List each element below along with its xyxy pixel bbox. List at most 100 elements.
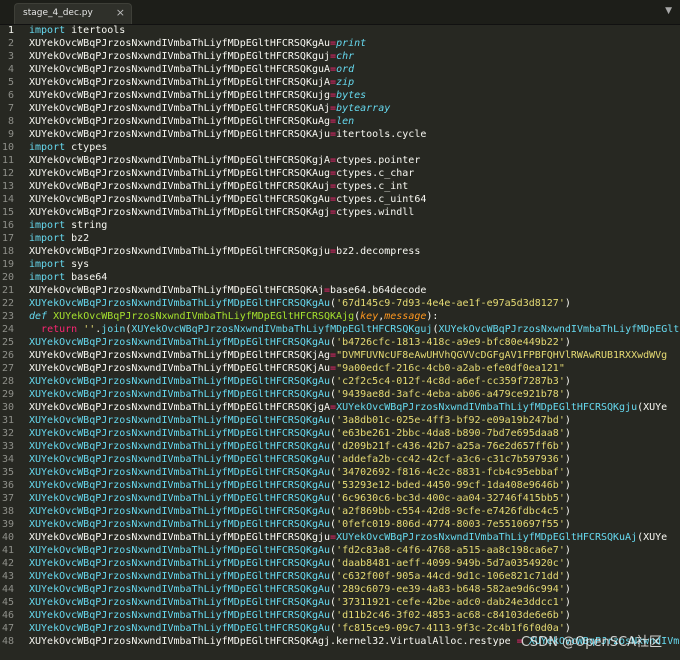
code-line[interactable]: 29 XUYekOvcWBqPJrzosNxwndIVmbaThLiyfMDpEG… — [0, 388, 680, 401]
code-line[interactable]: 45 XUYekOvcWBqPJrzosNxwndIVmbaThLiyfMDpEG… — [0, 596, 680, 609]
code-line[interactable]: 20 import base64 — [0, 271, 680, 284]
code-line[interactable]: 26 XUYekOvcWBqPJrzosNxwndIVmbaThLiyfMDpEG… — [0, 349, 680, 362]
code-line[interactable]: 31 XUYekOvcWBqPJrzosNxwndIVmbaThLiyfMDpEG… — [0, 414, 680, 427]
line-number: 40 — [1, 532, 14, 543]
line-number: 48 — [1, 636, 14, 647]
code-line[interactable]: 1 import itertools — [0, 24, 680, 37]
code-line[interactable]: 38 XUYekOvcWBqPJrzosNxwndIVmbaThLiyfMDpEG… — [0, 505, 680, 518]
code-line[interactable]: 6 XUYekOvcWBqPJrzosNxwndIVmbaThLiyfMDpEGl… — [0, 89, 680, 102]
code-token: XUYekOvcWBqPJrzosNxwndIVmbaThLiyfMDpEGlt… — [29, 519, 331, 530]
code-token: bytes — [336, 90, 367, 101]
code-token: join — [101, 324, 126, 335]
line-number: 2 — [7, 38, 14, 49]
line-number: 21 — [1, 285, 14, 296]
code-line[interactable]: 41 XUYekOvcWBqPJrzosNxwndIVmbaThLiyfMDpEG… — [0, 544, 680, 557]
code-line[interactable]: 11 XUYekOvcWBqPJrzosNxwndIVmbaThLiyfMDpEG… — [0, 154, 680, 167]
code-line[interactable]: 22 XUYekOvcWBqPJrzosNxwndIVmbaThLiyfMDpEG… — [0, 297, 680, 310]
tab-stage-4-dec[interactable]: stage_4_dec.py × — [14, 3, 132, 24]
code-token: XUYekOvcWBqPJrzosNxwndIVmbaThLiyfMDpEGlt… — [29, 285, 325, 296]
line-number: 11 — [1, 155, 14, 166]
code-token: itertools — [65, 25, 126, 36]
code-token: chr — [336, 51, 355, 62]
code-token: ) — [564, 454, 571, 465]
code-token: XUYekOvcWBqPJrzosNxwndIVmbaThLiyfMDpEGlt… — [29, 376, 331, 387]
code-line[interactable]: 16 import string — [0, 219, 680, 232]
code-line[interactable]: 40 XUYekOvcWBqPJrzosNxwndIVmbaThLiyfMDpEG… — [0, 531, 680, 544]
code-text: XUYekOvcWBqPJrzosNxwndIVmbaThLiyfMDpEGlt… — [29, 284, 426, 297]
code-line[interactable]: 15 XUYekOvcWBqPJrzosNxwndIVmbaThLiyfMDpEG… — [0, 206, 680, 219]
code-line[interactable]: 21 XUYekOvcWBqPJrzosNxwndIVmbaThLiyfMDpEG… — [0, 284, 680, 297]
code-line[interactable]: 25 XUYekOvcWBqPJrzosNxwndIVmbaThLiyfMDpEG… — [0, 336, 680, 349]
code-token: 'd11b2c46-3f02-4853-ac68-c84103de6e6b' — [336, 610, 565, 621]
line-number: 30 — [1, 402, 14, 413]
code-line[interactable]: 18 XUYekOvcWBqPJrzosNxwndIVmbaThLiyfMDpEG… — [0, 245, 680, 258]
code-line[interactable]: 4 XUYekOvcWBqPJrzosNxwndIVmbaThLiyfMDpEGl… — [0, 63, 680, 76]
code-line[interactable]: 28 XUYekOvcWBqPJrzosNxwndIVmbaThLiyfMDpEG… — [0, 375, 680, 388]
code-text: import bz2 — [29, 232, 89, 245]
code-line[interactable]: 43 XUYekOvcWBqPJrzosNxwndIVmbaThLiyfMDpEG… — [0, 570, 680, 583]
code-token: '289c6079-ee39-4a83-b648-582ae9d6c994' — [336, 584, 565, 595]
code-line[interactable]: 46 XUYekOvcWBqPJrzosNxwndIVmbaThLiyfMDpEG… — [0, 609, 680, 622]
code-text: XUYekOvcWBqPJrzosNxwndIVmbaThLiyfMDpEGlt… — [29, 362, 565, 375]
code-token: XUYekOvcWBqPJrzosNxwndIVmbaThLiyfMDpEGlt… — [29, 558, 331, 569]
code-editor[interactable]: 1 import itertools 2 XUYekOvcWBqPJrzosNxwnd… — [0, 24, 680, 660]
code-line[interactable]: 36 XUYekOvcWBqPJrzosNxwndIVmbaThLiyfMDpEG… — [0, 479, 680, 492]
line-number: 19 — [1, 259, 14, 270]
code-line[interactable]: 34 XUYekOvcWBqPJrzosNxwndIVmbaThLiyfMDpEG… — [0, 453, 680, 466]
code-line[interactable]: 13 XUYekOvcWBqPJrzosNxwndIVmbaThLiyfMDpEG… — [0, 180, 680, 193]
code-line[interactable]: 35 XUYekOvcWBqPJrzosNxwndIVmbaThLiyfMDpEG… — [0, 466, 680, 479]
code-line[interactable]: 24 return ''.join(XUYekOvcWBqPJrzosNxwnd… — [0, 323, 680, 336]
code-token: XUYekOvcWBqPJrzosNxwndIVmbaThLiyfMDpEGlt… — [29, 480, 331, 491]
code-token: ) — [564, 376, 571, 387]
code-text: XUYekOvcWBqPJrzosNxwndIVmbaThLiyfMDpEGlt… — [29, 193, 426, 206]
code-token: XUYekOvcWBqPJrzosNxwndIVmbaThLiyfMDpEGlt… — [29, 610, 331, 621]
code-line[interactable]: 23 def XUYekOvcWBqPJrzosNxwndIVmbaThLiyfM… — [0, 310, 680, 323]
code-line[interactable]: 19 import sys — [0, 258, 680, 271]
code-token: XUYekOvcWBqPJrzosNxwndIVmbaThLiyfMDpEGlt… — [29, 77, 331, 88]
code-token: '9439ae8d-3afc-4eba-ab06-a479ce921b78' — [336, 389, 565, 400]
code-line[interactable]: 7 XUYekOvcWBqPJrzosNxwndIVmbaThLiyfMDpEGl… — [0, 102, 680, 115]
code-line[interactable]: 33 XUYekOvcWBqPJrzosNxwndIVmbaThLiyfMDpEG… — [0, 440, 680, 453]
code-token: return — [41, 324, 78, 335]
code-line[interactable]: 12 XUYekOvcWBqPJrzosNxwndIVmbaThLiyfMDpEG… — [0, 167, 680, 180]
code-text: import ctypes — [29, 141, 107, 154]
code-token: XUYekOvcWBqPJrzosNxwndIVmbaThLiyfMDpEGlt… — [29, 584, 331, 595]
tab-bar: stage_4_dec.py × ▼ — [0, 0, 680, 25]
code-token: ) — [564, 597, 571, 608]
code-token: message — [384, 311, 427, 322]
code-line[interactable]: 32 XUYekOvcWBqPJrzosNxwndIVmbaThLiyfMDpEG… — [0, 427, 680, 440]
code-text: XUYekOvcWBqPJrzosNxwndIVmbaThLiyfMDpEGlt… — [29, 427, 571, 440]
code-token: XUYekOvcWBqPJrzosNxwndIVmbaThLiyfMDpEGlt… — [29, 298, 331, 309]
code-text: XUYekOvcWBqPJrzosNxwndIVmbaThLiyfMDpEGlt… — [29, 89, 366, 102]
code-line[interactable]: 3 XUYekOvcWBqPJrzosNxwndIVmbaThLiyfMDpEGl… — [0, 50, 680, 63]
code-token: print — [336, 38, 367, 49]
line-number: 45 — [1, 597, 14, 608]
chevron-down-icon[interactable]: ▼ — [665, 6, 672, 16]
code-line[interactable]: 44 XUYekOvcWBqPJrzosNxwndIVmbaThLiyfMDpEG… — [0, 583, 680, 596]
code-token: ) — [564, 428, 571, 439]
code-token: XUYekOvcWBqPJrzosNxwndIVmbaThLiyfMDpEGlt… — [29, 207, 331, 218]
code-line[interactable]: 37 XUYekOvcWBqPJrzosNxwndIVmbaThLiyfMDpEG… — [0, 492, 680, 505]
code-text: XUYekOvcWBqPJrzosNxwndIVmbaThLiyfMDpEGlt… — [29, 349, 667, 362]
code-line[interactable]: 39 XUYekOvcWBqPJrzosNxwndIVmbaThLiyfMDpEG… — [0, 518, 680, 531]
code-line[interactable]: 8 XUYekOvcWBqPJrzosNxwndIVmbaThLiyfMDpEGl… — [0, 115, 680, 128]
code-line[interactable]: 10 import ctypes — [0, 141, 680, 154]
line-number: 31 — [1, 415, 14, 426]
code-line[interactable]: 2 XUYekOvcWBqPJrzosNxwndIVmbaThLiyfMDpEGl… — [0, 37, 680, 50]
code-text: XUYekOvcWBqPJrzosNxwndIVmbaThLiyfMDpEGlt… — [29, 297, 571, 310]
line-number: 12 — [1, 168, 14, 179]
code-token: '37311921-cefe-42be-adc0-dab24e3ddcc1' — [336, 597, 565, 608]
code-line[interactable]: 9 XUYekOvcWBqPJrzosNxwndIVmbaThLiyfMDpEGl… — [0, 128, 680, 141]
line-number: 35 — [1, 467, 14, 478]
line-number: 26 — [1, 350, 14, 361]
code-line[interactable]: 42 XUYekOvcWBqPJrzosNxwndIVmbaThLiyfMDpEG… — [0, 557, 680, 570]
code-line[interactable]: 27 XUYekOvcWBqPJrzosNxwndIVmbaThLiyfMDpEG… — [0, 362, 680, 375]
code-line[interactable]: 17 import bz2 — [0, 232, 680, 245]
code-token: '34702692-f816-4c2c-8831-fcb4c95ebbaf' — [336, 467, 565, 478]
code-line[interactable]: 5 XUYekOvcWBqPJrzosNxwndIVmbaThLiyfMDpEGl… — [0, 76, 680, 89]
code-token: '53293e12-bded-4450-99cf-1da408e9646b' — [336, 480, 565, 491]
code-token: XUYekOvcWBqPJrzosNxwndIVmbaThLiyfMDpEGlt… — [29, 428, 331, 439]
close-icon[interactable]: × — [116, 7, 125, 18]
code-line[interactable]: 14 XUYekOvcWBqPJrzosNxwndIVmbaThLiyfMDpEG… — [0, 193, 680, 206]
code-line[interactable]: 30 XUYekOvcWBqPJrzosNxwndIVmbaThLiyfMDpEG… — [0, 401, 680, 414]
